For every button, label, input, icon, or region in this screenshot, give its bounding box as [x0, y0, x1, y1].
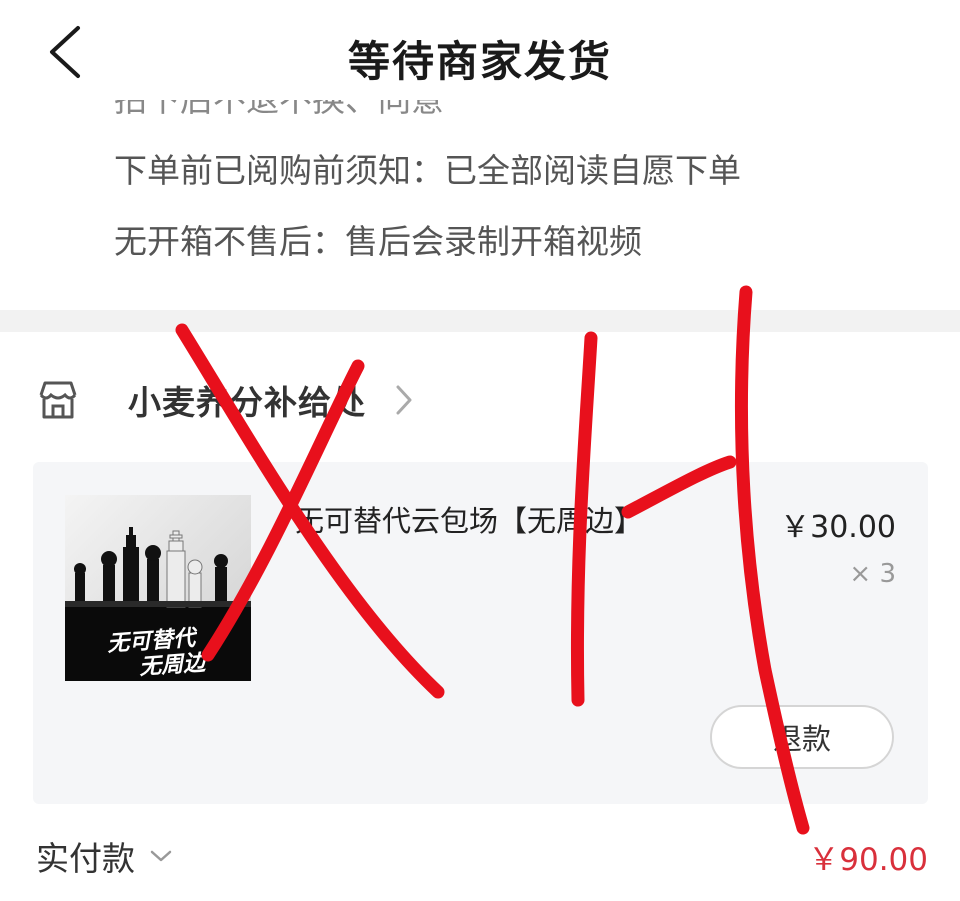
payment-toggle[interactable]: 实付款 — [36, 832, 173, 880]
store-link[interactable]: 小麦养分补给处 — [36, 372, 414, 428]
store-icon — [39, 381, 77, 419]
chevron-right-icon — [396, 385, 412, 415]
product-image[interactable]: 无可替代 无周边 — [65, 495, 251, 681]
unit-price: ￥30.00 — [780, 510, 896, 545]
order-notes: 拍下后不退不换、同意 下单前已阅购前须知：已全部阅读自愿下单 无开箱不售后：售后… — [114, 80, 934, 293]
order-note: 下单前已阅购前须知：已全部阅读自愿下单 — [114, 151, 741, 190]
chevron-down-icon — [150, 850, 172, 862]
quantity: × 3 — [849, 559, 896, 589]
section-divider — [0, 310, 960, 332]
payment-amount: ￥90.00 — [808, 842, 928, 878]
payment-label: 实付款 — [36, 839, 135, 878]
refund-button[interactable]: 退款 — [710, 705, 894, 769]
top-bar: 等待商家发货 — [0, 0, 960, 100]
order-note: 无开箱不售后：售后会录制开箱视频 — [114, 222, 642, 261]
store-name: 小麦养分补给处 — [128, 383, 366, 422]
product-title[interactable]: 无可替代云包场【无周边】 — [295, 498, 643, 540]
page-title: 等待商家发货 — [347, 37, 612, 86]
order-item-card: 无可替代 无周边 无可替代云包场【无周边】 ￥30.00 × 3 退款 — [33, 462, 928, 804]
image-caption: 无周边 — [138, 649, 206, 681]
